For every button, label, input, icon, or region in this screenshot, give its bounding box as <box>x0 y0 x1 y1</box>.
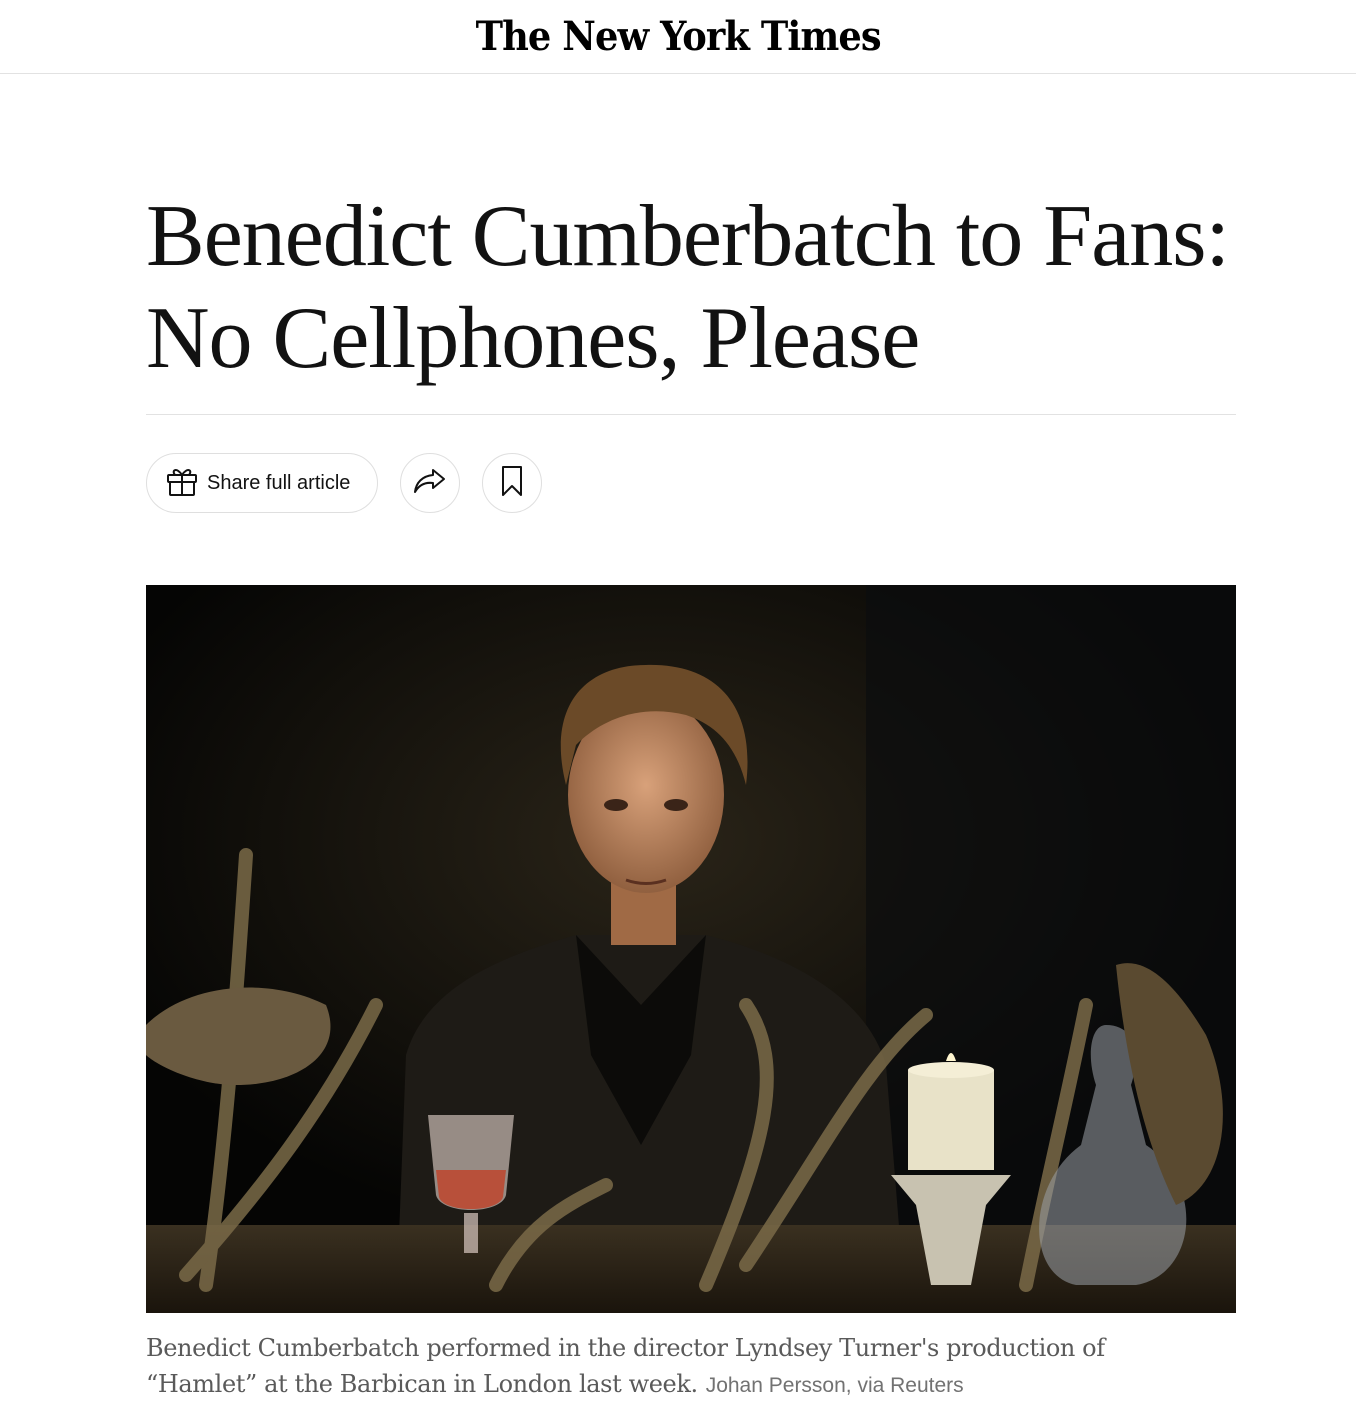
article-headline: Benedict Cumberbatch to Fans: No Cellpho… <box>146 188 1230 387</box>
share-arrow-icon <box>413 467 447 500</box>
photo-caption: Benedict Cumberbatch performed in the di… <box>146 1330 1186 1404</box>
share-button-label: Share full article <box>207 471 351 494</box>
article-actions: Share full article <box>146 453 542 513</box>
headline-divider <box>146 414 1236 415</box>
save-button[interactable] <box>482 453 542 513</box>
masthead: The New York Times <box>0 0 1356 74</box>
nyt-logo[interactable]: The New York Times <box>475 13 881 60</box>
share-full-article-button[interactable]: Share full article <box>146 453 378 513</box>
lead-photo <box>146 585 1236 1313</box>
gift-icon <box>165 464 199 503</box>
share-button[interactable] <box>400 453 460 513</box>
photo-credit: Johan Persson, via Reuters <box>705 1374 964 1397</box>
bookmark-icon <box>500 465 524 502</box>
